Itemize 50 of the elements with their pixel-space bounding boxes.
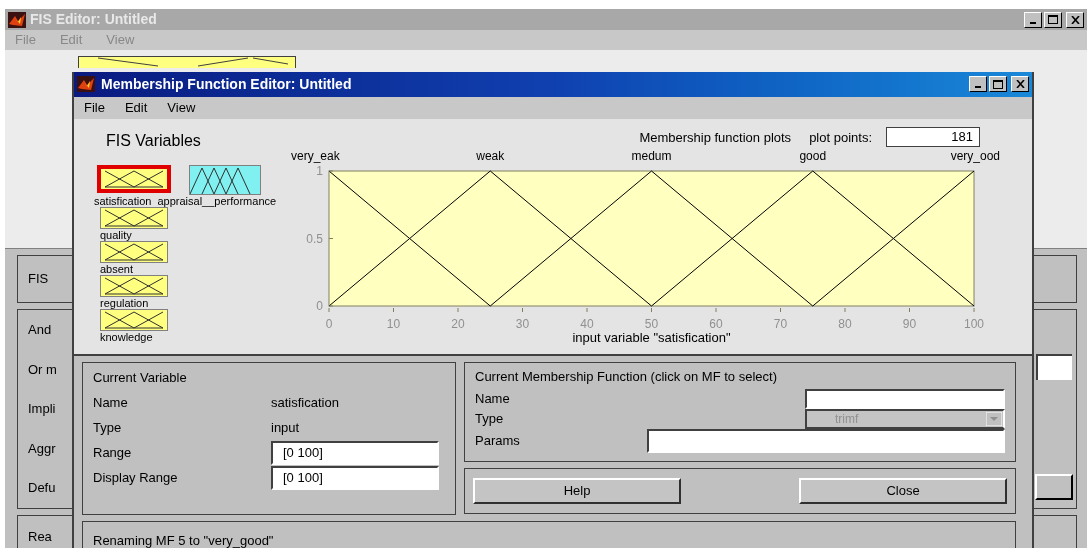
panel-label: Defu xyxy=(28,479,57,498)
panel-label: Aggr xyxy=(28,439,57,458)
panel-title: Current Variable xyxy=(93,368,188,387)
field-label: Range xyxy=(93,443,133,462)
panel-title: Current Membership Function (click on MF to select) xyxy=(475,368,778,386)
panel-label: And xyxy=(28,321,53,340)
x-tick-label: 30 xyxy=(515,317,530,332)
mf-label: very_ood xyxy=(950,149,1000,164)
x-tick-label: 40 xyxy=(580,317,594,332)
mf-label: very_eak xyxy=(291,149,340,164)
panel-label: FIS xyxy=(28,270,49,289)
x-tick-label: 10 xyxy=(386,317,401,332)
plot-title: Membership function plots xyxy=(639,128,792,147)
window-title: FIS Editor: Untitled xyxy=(30,10,157,29)
field-label: Name xyxy=(93,393,129,412)
x-tick-label: 0 xyxy=(325,317,333,332)
status-text: Renaming MF 5 to "very_good" xyxy=(93,533,274,548)
mf-label: weak xyxy=(476,149,505,164)
y-tick-label: 0.5 xyxy=(306,231,323,246)
variable-label: regulation xyxy=(100,297,149,310)
variable-type: input xyxy=(271,418,301,437)
x-tick-label: 60 xyxy=(709,317,723,332)
field-label: Display Range xyxy=(93,468,179,487)
variable-name: satisfication xyxy=(271,393,340,412)
x-tick-label: 100 xyxy=(964,317,984,332)
panel-label: Impli xyxy=(28,400,57,419)
y-tick-label: 1 xyxy=(316,164,323,179)
panel-label: Or m xyxy=(28,360,58,379)
y-tick-label: 0 xyxy=(316,299,323,314)
field-label: Params xyxy=(475,432,521,451)
variable-label: absent xyxy=(100,263,134,276)
field-label: Name xyxy=(475,390,511,409)
variable-label: knowledge xyxy=(100,331,153,344)
mf-label: good xyxy=(799,149,827,164)
mf-label: medum xyxy=(631,149,672,164)
x-tick-label: 50 xyxy=(644,317,659,332)
window-title: Membership Function Editor: Untitled xyxy=(101,74,352,94)
axis-label: input variable "satisfication" xyxy=(572,330,731,346)
variable-label: satisfication xyxy=(94,195,152,208)
field-label: Type xyxy=(475,410,505,429)
variable-label: quality xyxy=(100,229,132,242)
panel-label: Rea xyxy=(28,529,52,544)
variable-label: appraisal__performance xyxy=(157,195,277,208)
plot-points-label: plot points: xyxy=(809,128,872,147)
field-label: Type xyxy=(93,418,123,437)
x-tick-label: 80 xyxy=(838,317,852,332)
x-tick-label: 20 xyxy=(451,317,465,332)
section-title: FIS Variables xyxy=(106,131,202,152)
x-tick-label: 90 xyxy=(902,317,917,332)
x-tick-label: 70 xyxy=(773,317,788,332)
